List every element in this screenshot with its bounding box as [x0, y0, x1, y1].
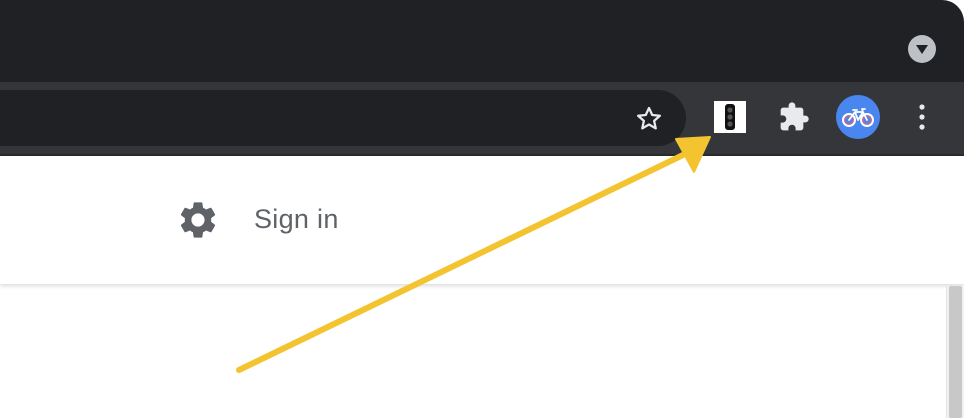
bicycle-icon	[842, 108, 874, 127]
traffic-light-extension-button[interactable]	[707, 94, 753, 140]
profile-button[interactable]	[835, 94, 881, 140]
vertical-scrollbar[interactable]	[946, 286, 964, 418]
tab-search-button[interactable]	[908, 35, 936, 63]
star-outline-icon	[637, 106, 661, 130]
tab-strip	[0, 0, 964, 82]
scrollbar-thumb[interactable]	[949, 286, 962, 418]
sign-in-link[interactable]: Sign in	[254, 204, 339, 235]
avatar	[836, 95, 880, 139]
address-bar[interactable]	[0, 90, 686, 146]
extensions-button[interactable]	[771, 94, 817, 140]
gear-icon[interactable]	[176, 198, 220, 242]
traffic-light-icon	[725, 104, 735, 130]
new-tab-header: Sign in	[0, 156, 964, 284]
browser-toolbar	[0, 82, 964, 156]
puzzle-piece-icon	[780, 102, 809, 131]
chevron-down-icon	[916, 45, 928, 54]
kebab-menu-icon	[919, 104, 925, 130]
bookmark-button[interactable]	[632, 102, 666, 136]
browser-menu-button[interactable]	[899, 94, 945, 140]
